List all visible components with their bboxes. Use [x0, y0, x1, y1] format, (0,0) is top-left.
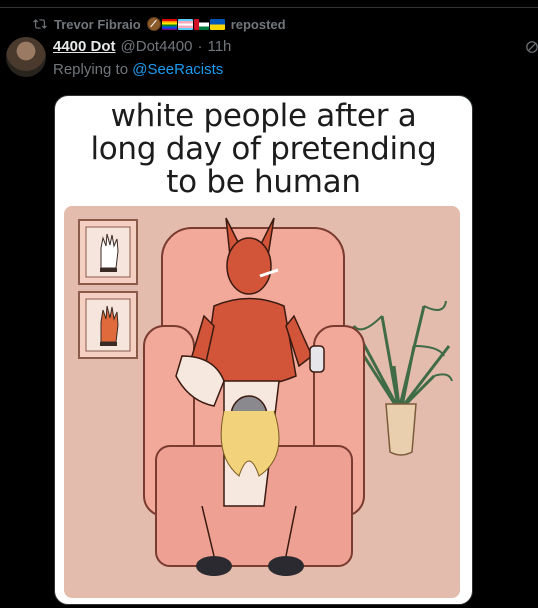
reply-prefix: Replying to [53, 61, 129, 78]
meme-caption: white people after a long day of pretend… [90, 98, 437, 200]
timestamp[interactable]: 11h [207, 38, 231, 55]
palestine-flag [193, 18, 209, 30]
framed-hand-red [78, 291, 138, 359]
framed-hand-white [78, 219, 138, 285]
meme-illustration [64, 206, 460, 598]
display-name[interactable]: 4400 Dot [53, 38, 116, 55]
avatar[interactable] [6, 37, 46, 77]
trans-flag [177, 18, 193, 30]
more-icon[interactable] [524, 39, 538, 55]
repost-icon [33, 19, 47, 29]
rainbow-flag [161, 18, 177, 30]
top-divider [0, 7, 538, 8]
tweet-header: 4400 Dot @Dot4400 · 11h [53, 38, 231, 58]
tweet-media[interactable]: white people after a long day of pretend… [54, 95, 473, 605]
reply-context: Replying to @SeeRacists [53, 61, 223, 78]
football-emoji [146, 17, 161, 31]
ukraine-flag [209, 18, 225, 30]
repost-user[interactable]: Trevor Fibraio [54, 17, 141, 32]
repost-action: reposted [230, 16, 286, 32]
handle[interactable]: @Dot4400 [121, 38, 193, 55]
reply-to-link[interactable]: @SeeRacists [132, 61, 223, 78]
repost-header[interactable]: Trevor Fibraio reposted [33, 15, 286, 33]
emoji-strip [146, 17, 225, 31]
separator-dot: · [197, 38, 203, 55]
